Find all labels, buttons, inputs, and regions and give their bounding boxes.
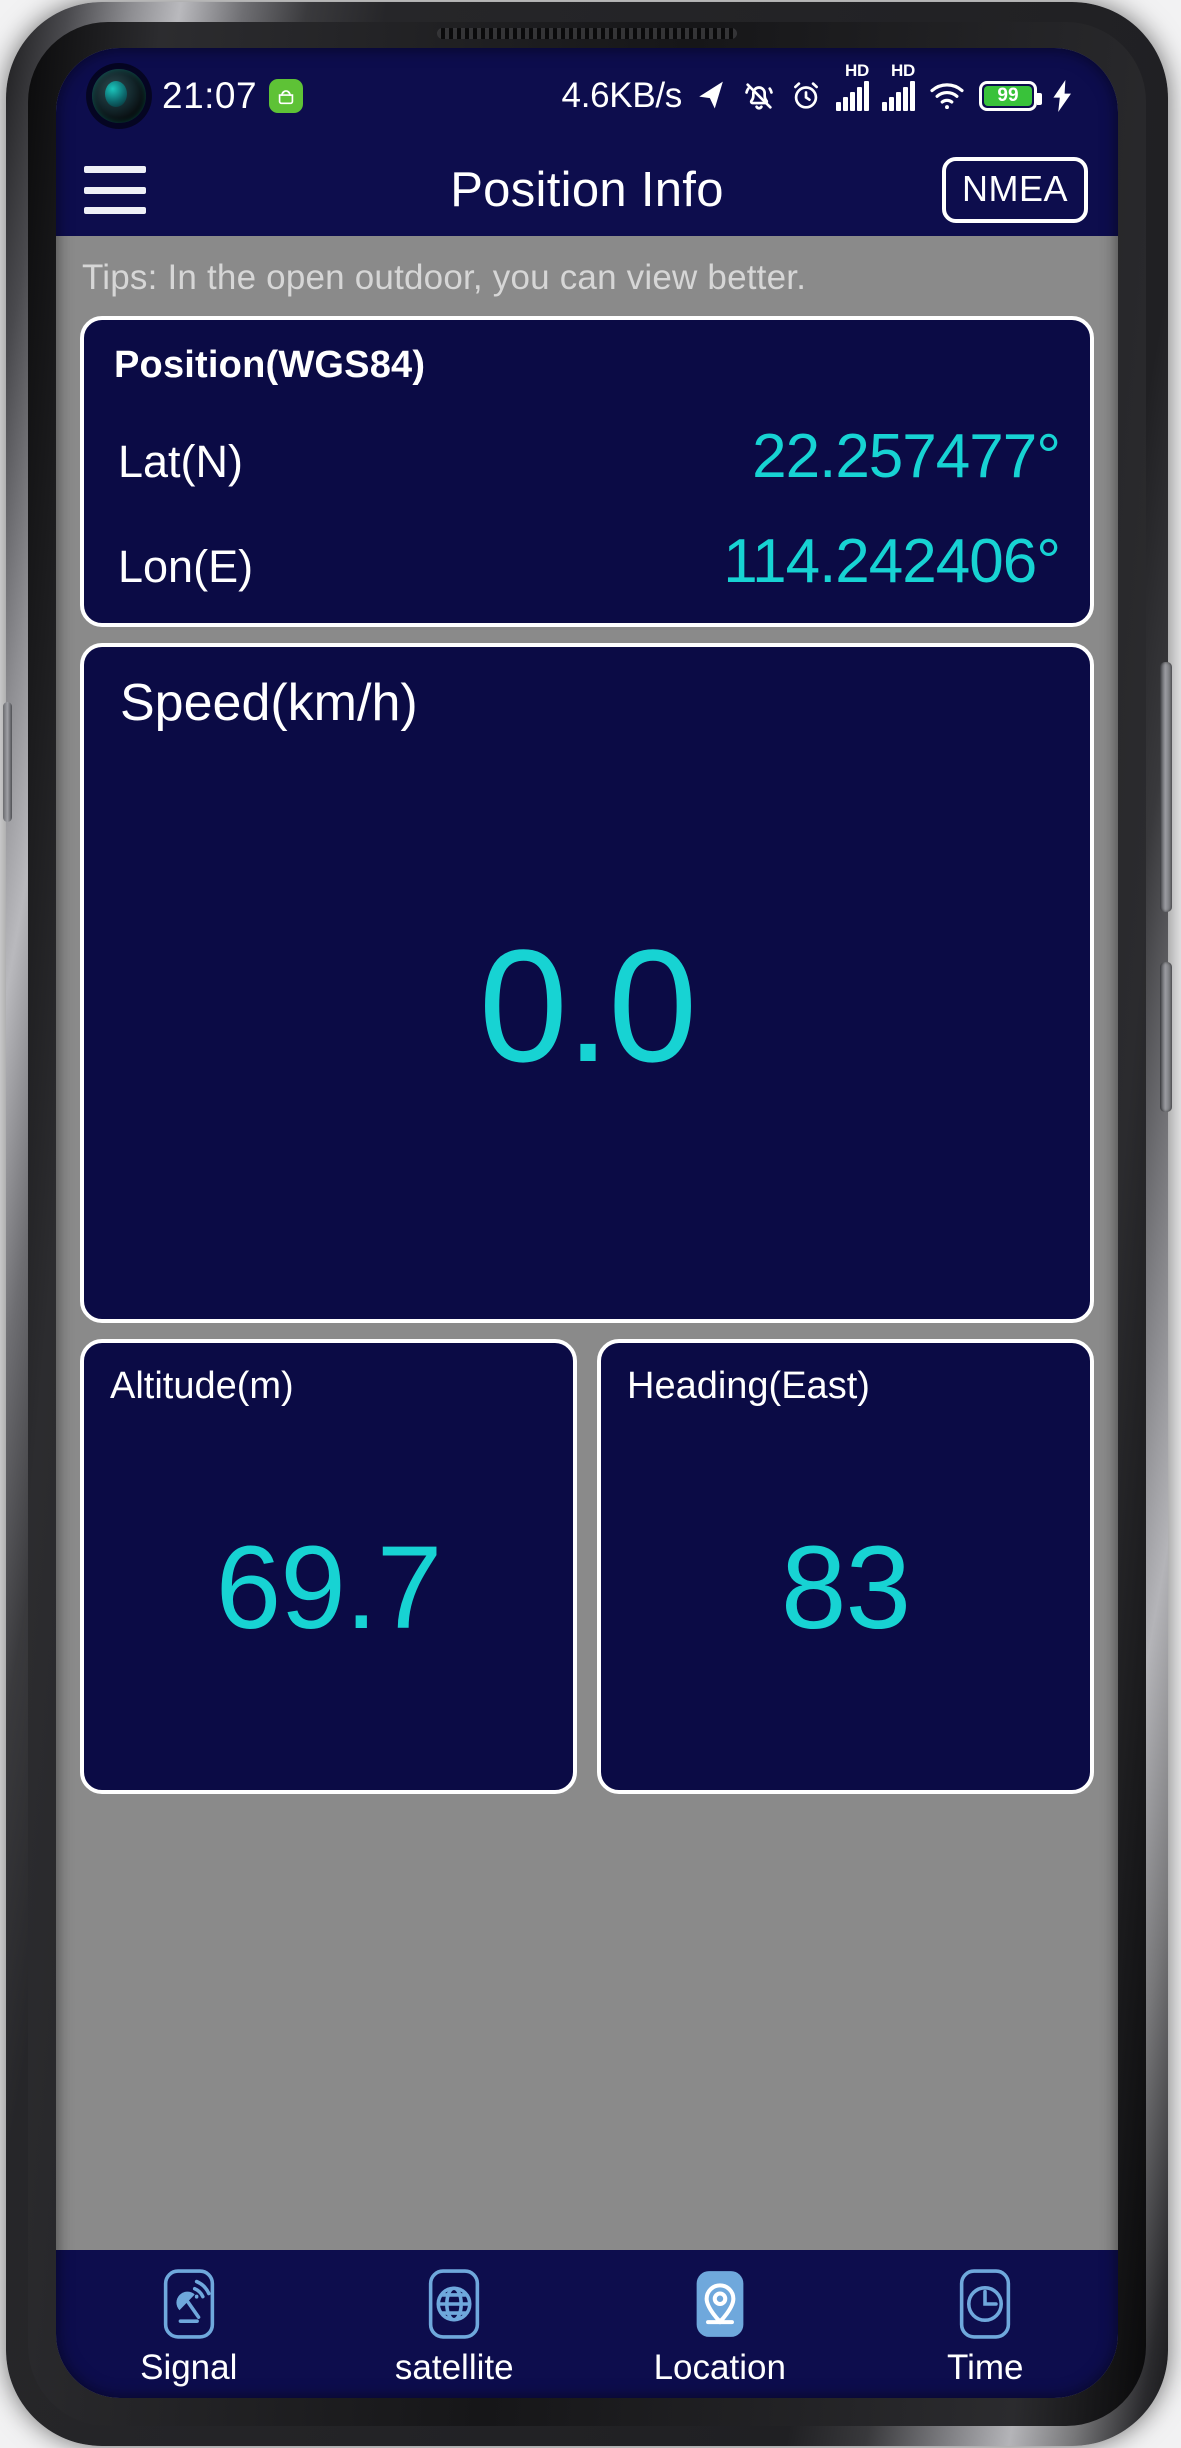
- metrics-row: Altitude(m) 69.7 Heading(East) 83: [80, 1339, 1094, 1794]
- tips-text: Tips: In the open outdoor, you can view …: [82, 258, 807, 297]
- hd-signal-1-icon: HD: [836, 61, 869, 111]
- map-pin-icon: [688, 2266, 752, 2342]
- wifi-icon: [928, 81, 966, 111]
- app-header: Position Info NMEA: [56, 144, 1118, 236]
- battery-indicator: 99: [979, 81, 1042, 111]
- nav-label-satellite: satellite: [394, 2348, 514, 2387]
- phone-frame: 21:07 4.6KB/s HD HD 99 Position Info NME…: [3, 2, 1172, 2446]
- speaker-grille: [437, 28, 737, 39]
- hamburger-menu-icon[interactable]: [84, 166, 146, 214]
- heading-value: 83: [780, 1522, 911, 1654]
- phone-screen: 21:07 4.6KB/s HD HD 99 Position Info NME…: [56, 48, 1118, 2398]
- latitude-row: Lat(N) 22.257477°: [84, 387, 1090, 492]
- signal-bars: [836, 81, 869, 111]
- alarm-clock-icon: [789, 79, 823, 113]
- nmea-button[interactable]: NMEA: [941, 157, 1088, 223]
- nav-item-satellite[interactable]: satellite: [322, 2260, 588, 2388]
- hd-label: HD: [845, 61, 869, 80]
- nav-label-signal: Signal: [140, 2348, 238, 2387]
- nav-item-location[interactable]: Location: [587, 2260, 853, 2388]
- battery-level-text: 99: [984, 85, 1032, 106]
- volume-button[interactable]: [1160, 662, 1172, 912]
- android-robot-icon: [269, 79, 304, 113]
- bottom-navigation: Signal satellite Location Time: [56, 2250, 1118, 2398]
- nav-item-time[interactable]: Time: [853, 2260, 1119, 2388]
- phone-photo: 21:07 4.6KB/s HD HD 99 Position Info NME…: [0, 0, 1181, 2448]
- clock-icon: [953, 2266, 1017, 2342]
- latitude-value: 22.257477°: [752, 422, 1061, 491]
- longitude-label: Lon(E): [118, 541, 254, 592]
- earpiece-speaker: [437, 28, 737, 39]
- hd-signal-2-icon: HD: [882, 61, 915, 111]
- app-content: Tips: In the open outdoor, you can view …: [56, 236, 1118, 2250]
- status-clock: 21:07: [162, 75, 258, 116]
- nav-label-time: Time: [947, 2348, 1024, 2387]
- speed-card: Speed(km/h) 0.0: [80, 643, 1094, 1323]
- satellite-dish-icon: [157, 2266, 221, 2342]
- front-camera-punch-hole: [92, 69, 146, 123]
- position-card: Position(WGS84) Lat(N) 22.257477° Lon(E)…: [80, 316, 1094, 627]
- nav-label-location: Location: [653, 2348, 786, 2387]
- signal-bars: [882, 81, 915, 111]
- location-arrow-icon: [695, 79, 729, 113]
- position-card-title: Position(WGS84): [114, 344, 426, 386]
- status-icons: 4.6KB/s HD HD 99: [561, 61, 1076, 116]
- power-button[interactable]: [1160, 962, 1172, 1112]
- network-speed-text: 4.6KB/s: [561, 76, 683, 115]
- lightning-bolt-icon: [1050, 80, 1076, 112]
- speed-value: 0.0: [478, 916, 697, 1095]
- globe-icon: [422, 2266, 486, 2342]
- longitude-row: Lon(E) 114.242406°: [84, 492, 1090, 597]
- altitude-card: Altitude(m) 69.7: [80, 1339, 577, 1794]
- bell-muted-icon: [742, 79, 776, 113]
- heading-card: Heading(East) 83: [597, 1339, 1094, 1794]
- longitude-value: 114.242406°: [723, 527, 1061, 596]
- latitude-label: Lat(N): [118, 436, 244, 487]
- status-bar: 21:07 4.6KB/s HD HD 99: [56, 48, 1118, 144]
- left-side-button[interactable]: [3, 702, 12, 822]
- nav-item-signal[interactable]: Signal: [56, 2260, 322, 2388]
- altitude-value: 69.7: [215, 1522, 443, 1654]
- hd-label: HD: [891, 61, 915, 80]
